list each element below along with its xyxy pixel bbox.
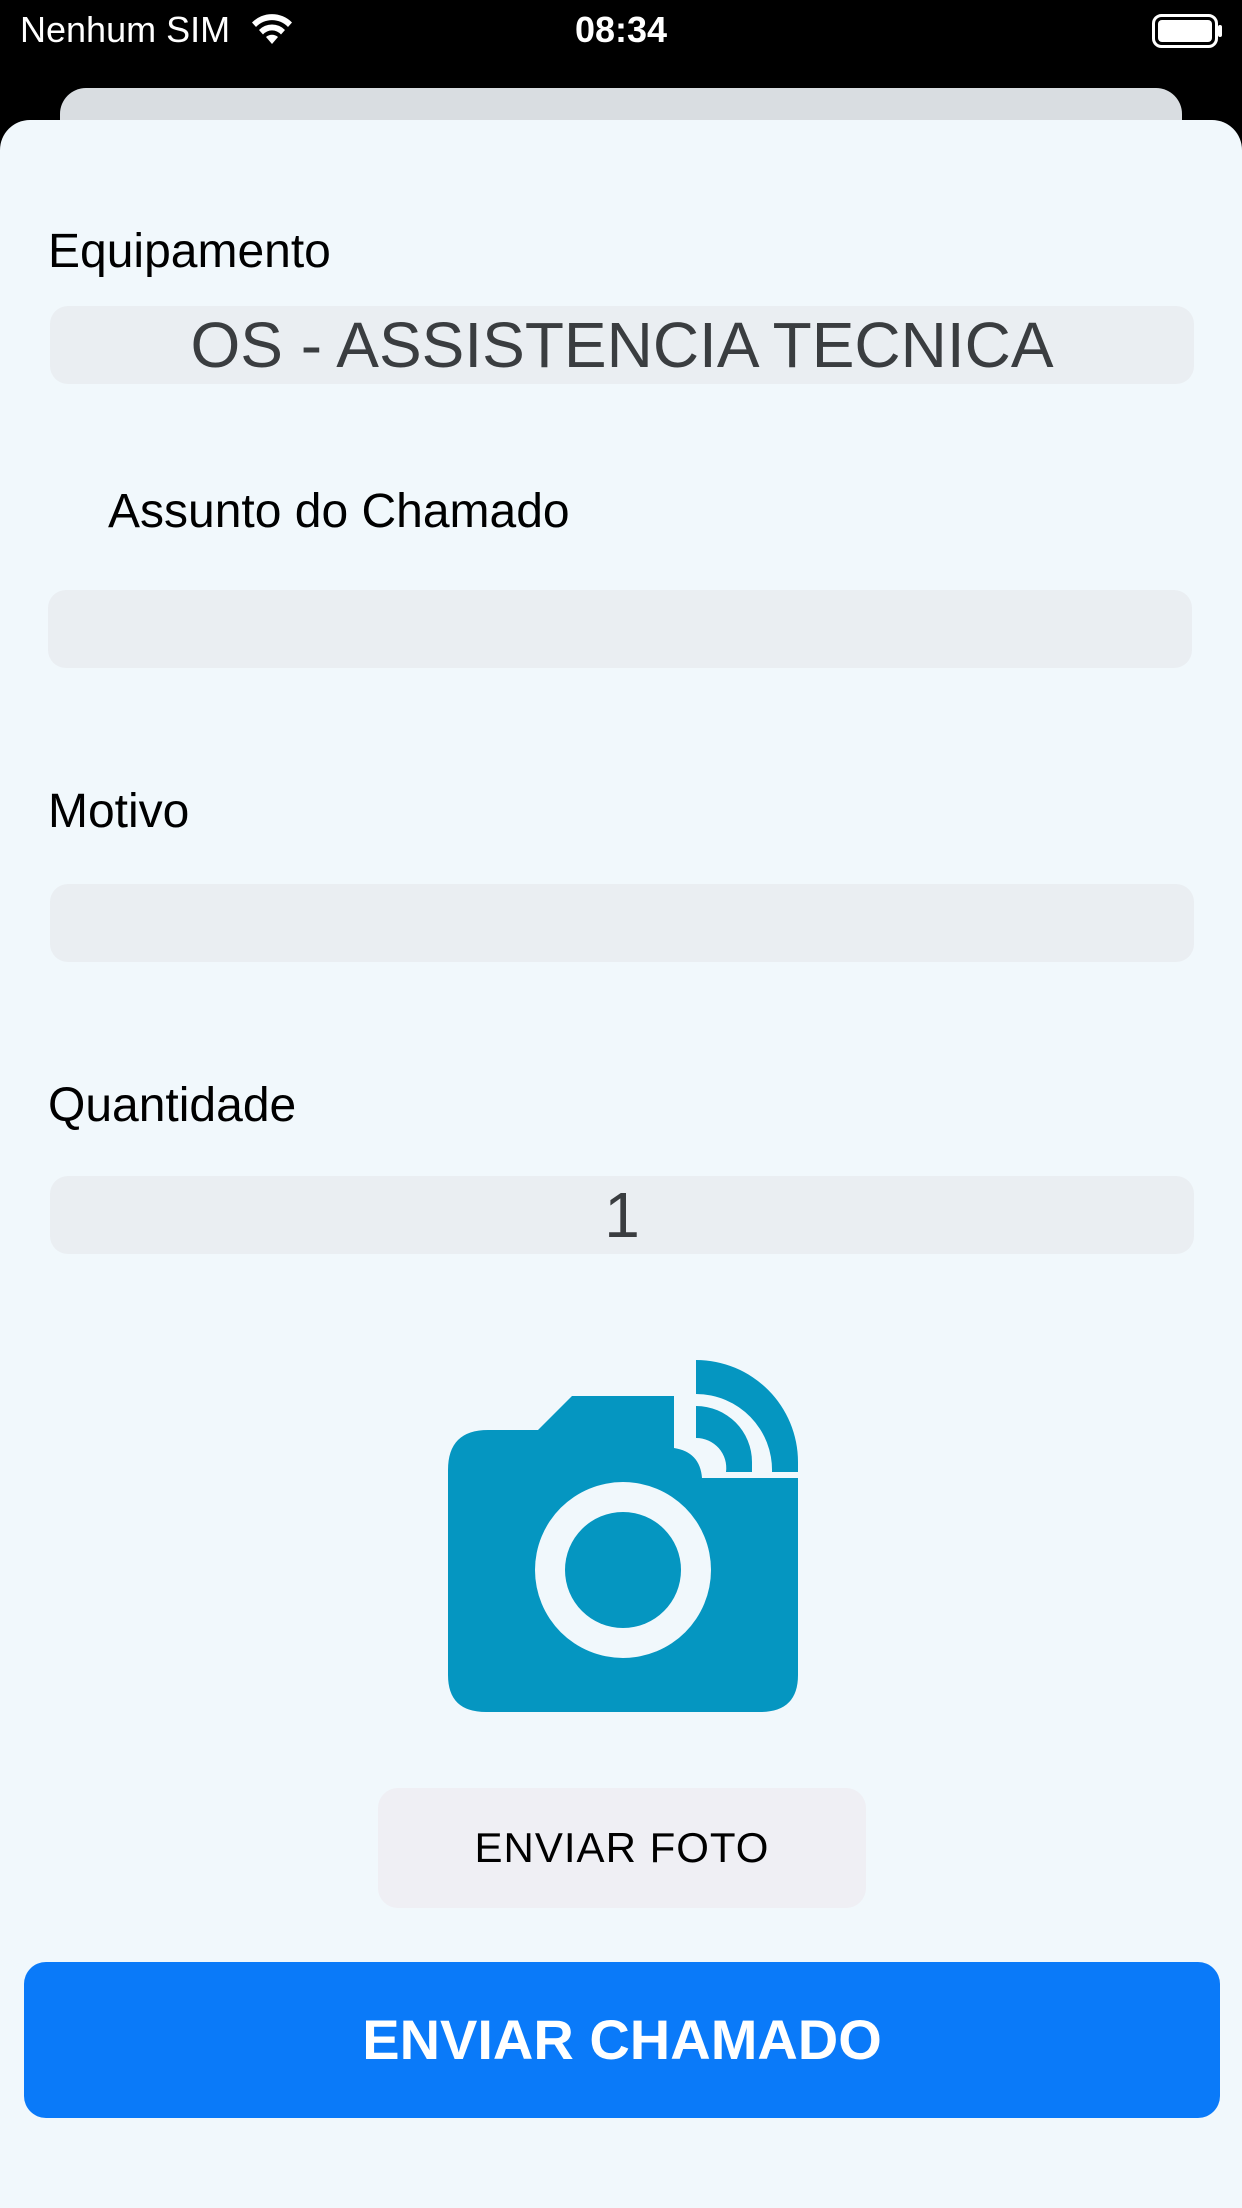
equipamento-label: Equipamento (48, 225, 331, 278)
quantidade-label: Quantidade (48, 1079, 297, 1132)
equipamento-field[interactable]: OS - ASSISTENCIA TECNICA (50, 306, 1194, 384)
assunto-field[interactable] (48, 590, 1192, 668)
motivo-label: Motivo (48, 785, 190, 838)
status-bar: Nenhum SIM 08:34 (0, 0, 1242, 60)
motivo-field[interactable] (50, 884, 1194, 962)
assunto-label: Assunto do Chamado (108, 485, 570, 538)
quantidade-field[interactable]: 1 (50, 1176, 1194, 1254)
send-ticket-button[interactable]: ENVIAR CHAMADO (24, 1962, 1220, 2118)
battery-icon (1152, 14, 1222, 48)
screen: Nenhum SIM 08:34 Equipamento OS - ASSIST… (0, 0, 1242, 2208)
send-photo-button[interactable]: ENVIAR FOTO (378, 1788, 866, 1908)
camera-wifi-icon[interactable] (448, 1360, 798, 1712)
status-time: 08:34 (574, 9, 668, 50)
